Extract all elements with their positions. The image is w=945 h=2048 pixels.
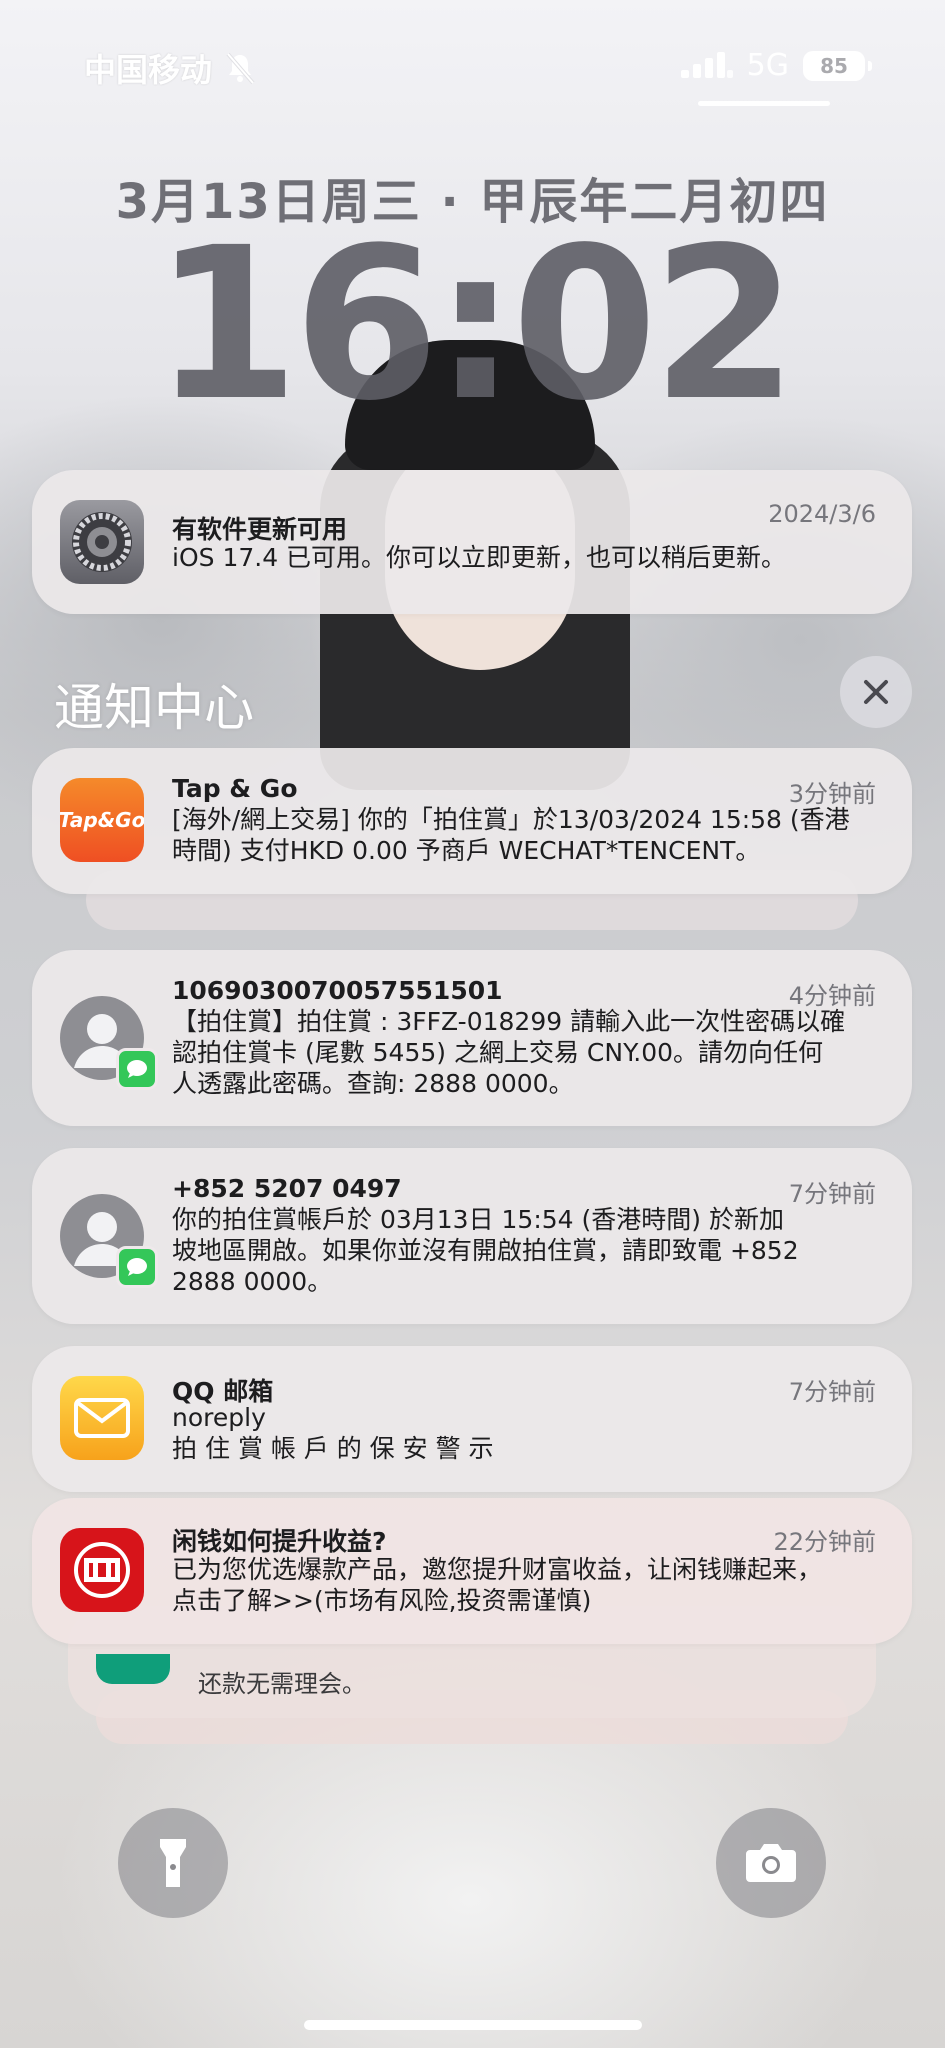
battery-level: 85 [820, 53, 848, 78]
camera-button[interactable] [716, 1808, 826, 1918]
notification-title: 闲钱如何提升收益? [172, 1527, 387, 1556]
lock-clock: 16:02 [153, 202, 797, 447]
notification-body: 【拍住賞】拍住賞 : 3FFZ-018299 請輸入此一次性密碼以確 認拍住賞卡… [172, 1007, 846, 1098]
carrier: 中国移动 [84, 45, 258, 91]
signal-icon [680, 51, 733, 78]
notification-body: iOS 17.4 已可用。你可以立即更新，也可以稍后更新。 [172, 543, 787, 572]
notification-time: 2024/3/6 [768, 500, 876, 528]
status-bar: 中国移动 5G 85 [0, 0, 945, 110]
notification-title: Tap & Go [172, 774, 298, 803]
notification-software-update[interactable]: 有软件更新可用 2024/3/6 iOS 17.4 已可用。你可以立即更新，也可… [32, 470, 912, 614]
battery-indicator: 85 [803, 50, 872, 81]
tapgo-logo-text: Tap&Go [60, 808, 144, 832]
tapgo-app-icon: Tap&Go [60, 778, 144, 862]
status-underline [698, 101, 830, 106]
notification-body: noreply 拍 住 賞 帳 戶 的 保 安 警 示 [172, 1403, 494, 1463]
flashlight-icon [160, 1839, 186, 1887]
camera-icon [746, 1844, 796, 1882]
citic-app-icon [60, 1528, 144, 1612]
status-indicators: 5G 85 [680, 48, 872, 83]
settings-app-icon [60, 500, 144, 584]
notification-center-title: 通知中心 [54, 679, 254, 737]
clear-notifications-button[interactable] [840, 656, 912, 728]
notification-qqmail[interactable]: QQ 邮箱 7分钟前 noreply 拍 住 賞 帳 戶 的 保 安 警 示 [32, 1346, 912, 1492]
partial-app-icon [96, 1654, 170, 1684]
notification-sms-account[interactable]: +852 5207 0497 7分钟前 你的拍住賞帳戶於 03月13日 15:5… [32, 1148, 912, 1324]
partial-notification-text: 还款无需理会。 [198, 1670, 366, 1698]
qqmail-app-icon [60, 1376, 144, 1460]
notification-title: 有软件更新可用 [172, 515, 348, 544]
flashlight-button[interactable] [118, 1808, 228, 1918]
home-indicator[interactable] [304, 2020, 642, 2030]
messages-badge [116, 1246, 158, 1288]
notification-citic[interactable]: 闲钱如何提升收益? 22分钟前 已为您优选爆款产品，邀您提升财富收益，让闲钱赚起… [32, 1498, 912, 1644]
message-bubble-icon [127, 1258, 147, 1276]
mail-icon [74, 1398, 130, 1438]
notification-time: 22分钟前 [773, 1528, 876, 1556]
network-type: 5G [746, 48, 789, 83]
gear-icon [72, 512, 132, 572]
message-bubble-icon [127, 1060, 147, 1078]
carrier-label: 中国移动 [84, 51, 213, 89]
notification-body: 你的拍住賞帳戶於 03月13日 15:54 (香港時間) 於新加 坡地區開啟。如… [172, 1205, 799, 1296]
notification-title: +852 5207 0497 [172, 1174, 402, 1203]
close-icon [864, 680, 888, 704]
notification-body: [海外/網上交易] 你的「拍住賞」於13/03/2024 15:58 (香港 時… [172, 805, 850, 865]
citic-logo-icon [74, 1542, 130, 1598]
notification-title: 1069030070057551501 [172, 976, 503, 1005]
notification-sms-otp[interactable]: 1069030070057551501 4分钟前 【拍住賞】拍住賞 : 3FFZ… [32, 950, 912, 1126]
messages-badge [116, 1048, 158, 1090]
notification-tapgo[interactable]: Tap&Go Tap & Go 3分钟前 [海外/網上交易] 你的「拍住賞」於1… [32, 748, 912, 894]
bell-slash-icon [226, 52, 255, 85]
notification-body: 已为您优选爆款产品，邀您提升财富收益，让闲钱赚起来， 点击了解>>(市场有风险,… [172, 1555, 823, 1615]
